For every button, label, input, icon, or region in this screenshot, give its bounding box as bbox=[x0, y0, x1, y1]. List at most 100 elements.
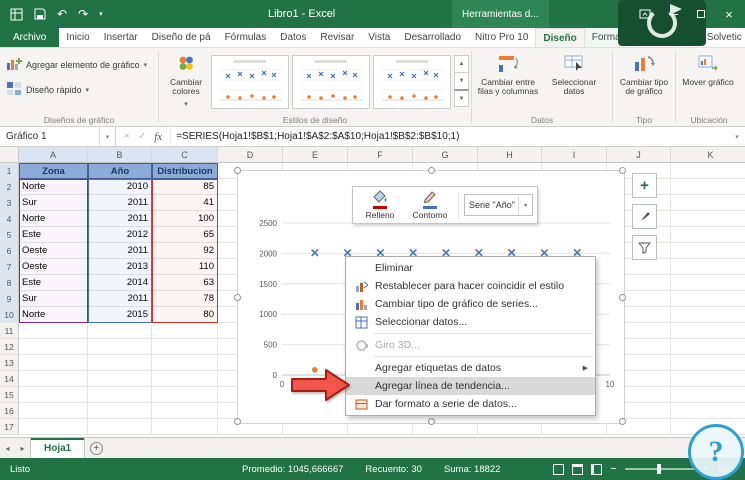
cell-b11[interactable] bbox=[88, 323, 152, 339]
cell-a11[interactable] bbox=[19, 323, 88, 339]
cell-b1[interactable]: Año bbox=[88, 163, 152, 179]
chart-selection-handle[interactable] bbox=[619, 418, 626, 425]
cell-c1[interactable]: Distribucion bbox=[152, 163, 218, 179]
cell-c2[interactable]: 85 bbox=[152, 179, 218, 195]
menu-item-eliminar[interactable]: Eliminar bbox=[346, 259, 595, 277]
gallery-down-icon[interactable]: ▼ bbox=[454, 72, 469, 90]
cell-k13[interactable] bbox=[671, 355, 745, 371]
sheet-nav-right-icon[interactable]: ▸ bbox=[15, 438, 30, 458]
cell-c4[interactable]: 100 bbox=[152, 211, 218, 227]
cell-c6[interactable]: 92 bbox=[152, 243, 218, 259]
cell-c13[interactable] bbox=[152, 355, 218, 371]
cell-a10[interactable]: Norte bbox=[19, 307, 88, 323]
zoom-slider[interactable] bbox=[625, 468, 695, 470]
row-header-2[interactable]: 2 bbox=[0, 179, 19, 195]
column-header-d[interactable]: D bbox=[218, 147, 283, 163]
series-selector-dropdown[interactable]: Serie "Año" ▾ bbox=[464, 194, 533, 216]
redo-icon[interactable]: ↷ bbox=[78, 6, 88, 22]
fill-button[interactable]: Relleno bbox=[355, 189, 405, 221]
ribbon-display-options-icon[interactable] bbox=[631, 0, 659, 28]
name-box[interactable]: Gráfico 1 bbox=[0, 127, 100, 146]
cell-c7[interactable]: 110 bbox=[152, 259, 218, 275]
row-header-5[interactable]: 5 bbox=[0, 227, 19, 243]
switch-row-column-button[interactable]: Cambiar entre filas y columnas bbox=[474, 50, 542, 113]
cell-b2[interactable]: 2010 bbox=[88, 179, 152, 195]
cell-b16[interactable] bbox=[88, 403, 152, 419]
cell-c12[interactable] bbox=[152, 339, 218, 355]
tab-diseno-de-pa[interactable]: Diseño de pá bbox=[145, 28, 218, 47]
column-header-a[interactable]: A bbox=[19, 147, 88, 163]
move-chart-button[interactable]: Mover gráfico bbox=[678, 50, 738, 113]
chart-styles-button[interactable] bbox=[632, 204, 657, 229]
cell-b3[interactable]: 2011 bbox=[88, 195, 152, 211]
row-header-9[interactable]: 9 bbox=[0, 291, 19, 307]
row-header-13[interactable]: 13 bbox=[0, 355, 19, 371]
cell-b5[interactable]: 2012 bbox=[88, 227, 152, 243]
chart-selection-handle[interactable] bbox=[428, 418, 435, 425]
select-data-button[interactable]: Seleccionar datos bbox=[542, 50, 606, 113]
cell-b9[interactable]: 2011 bbox=[88, 291, 152, 307]
column-header-h[interactable]: H bbox=[478, 147, 542, 163]
cell-a6[interactable]: Oeste bbox=[19, 243, 88, 259]
cell-b13[interactable] bbox=[88, 355, 152, 371]
gallery-up-icon[interactable]: ▲ bbox=[454, 55, 469, 73]
cell-c17[interactable] bbox=[152, 419, 218, 435]
cell-c5[interactable]: 65 bbox=[152, 227, 218, 243]
menu-item-cambiar-tipo-de-grafico-de-series[interactable]: Cambiar tipo de gráfico de series... bbox=[346, 295, 595, 313]
tab-desarrollado[interactable]: Desarrollado bbox=[397, 28, 468, 47]
cell-c3[interactable]: 41 bbox=[152, 195, 218, 211]
column-header-k[interactable]: K bbox=[671, 147, 745, 163]
chart-filters-button[interactable] bbox=[632, 235, 657, 260]
chart-elements-button[interactable]: + bbox=[632, 173, 657, 198]
chart-selection-handle[interactable] bbox=[619, 294, 626, 301]
cell-a1[interactable]: Zona bbox=[19, 163, 88, 179]
tab-archivo[interactable]: Archivo bbox=[0, 28, 59, 47]
page-break-view-icon[interactable] bbox=[591, 464, 602, 475]
cell-c15[interactable] bbox=[152, 387, 218, 403]
chart-selection-handle[interactable] bbox=[428, 167, 435, 174]
chart-selection-handle[interactable] bbox=[234, 167, 241, 174]
customize-qat-icon[interactable]: ▾ bbox=[99, 6, 103, 22]
row-header-6[interactable]: 6 bbox=[0, 243, 19, 259]
cell-b17[interactable] bbox=[88, 419, 152, 435]
column-header-c[interactable]: C bbox=[152, 147, 218, 163]
row-header-17[interactable]: 17 bbox=[0, 419, 19, 435]
cell-a5[interactable]: Este bbox=[19, 227, 88, 243]
cell-a15[interactable] bbox=[19, 387, 88, 403]
cell-b12[interactable] bbox=[88, 339, 152, 355]
cell-k4[interactable] bbox=[671, 211, 745, 227]
account-name[interactable]: Solvetic I... bbox=[701, 28, 745, 47]
row-header-16[interactable]: 16 bbox=[0, 403, 19, 419]
menu-item-seleccionar-datos[interactable]: Seleccionar datos... bbox=[346, 313, 595, 331]
select-all-corner[interactable] bbox=[0, 147, 19, 163]
cell-a3[interactable]: Sur bbox=[19, 195, 88, 211]
cell-a4[interactable]: Norte bbox=[19, 211, 88, 227]
cell-c11[interactable] bbox=[152, 323, 218, 339]
menu-item-agregar-linea-de-tendencia[interactable]: Agregar línea de tendencia... bbox=[346, 377, 595, 395]
cell-c9[interactable]: 78 bbox=[152, 291, 218, 307]
cell-b14[interactable] bbox=[88, 371, 152, 387]
cell-b4[interactable]: 2011 bbox=[88, 211, 152, 227]
cell-k1[interactable] bbox=[671, 163, 745, 179]
cell-k15[interactable] bbox=[671, 387, 745, 403]
column-header-i[interactable]: I bbox=[542, 147, 607, 163]
cell-a14[interactable] bbox=[19, 371, 88, 387]
cell-a2[interactable]: Norte bbox=[19, 179, 88, 195]
insert-function-icon[interactable]: fx bbox=[154, 131, 162, 143]
new-sheet-button[interactable]: + bbox=[85, 438, 107, 458]
row-header-3[interactable]: 3 bbox=[0, 195, 19, 211]
cell-k3[interactable] bbox=[671, 195, 745, 211]
cell-a16[interactable] bbox=[19, 403, 88, 419]
row-header-10[interactable]: 10 bbox=[0, 307, 19, 323]
cancel-icon[interactable]: × bbox=[124, 131, 130, 142]
cell-c8[interactable]: 63 bbox=[152, 275, 218, 291]
cell-b7[interactable]: 2013 bbox=[88, 259, 152, 275]
zoom-slider-thumb[interactable] bbox=[657, 464, 661, 474]
gallery-more-icon[interactable]: ▼ bbox=[454, 89, 469, 107]
cell-k7[interactable] bbox=[671, 259, 745, 275]
menu-item-giro-3d[interactable]: Giro 3D... bbox=[346, 336, 595, 354]
sheet-nav-left-icon[interactable]: ◂ bbox=[0, 438, 15, 458]
row-header-4[interactable]: 4 bbox=[0, 211, 19, 227]
cell-c14[interactable] bbox=[152, 371, 218, 387]
row-header-8[interactable]: 8 bbox=[0, 275, 19, 291]
